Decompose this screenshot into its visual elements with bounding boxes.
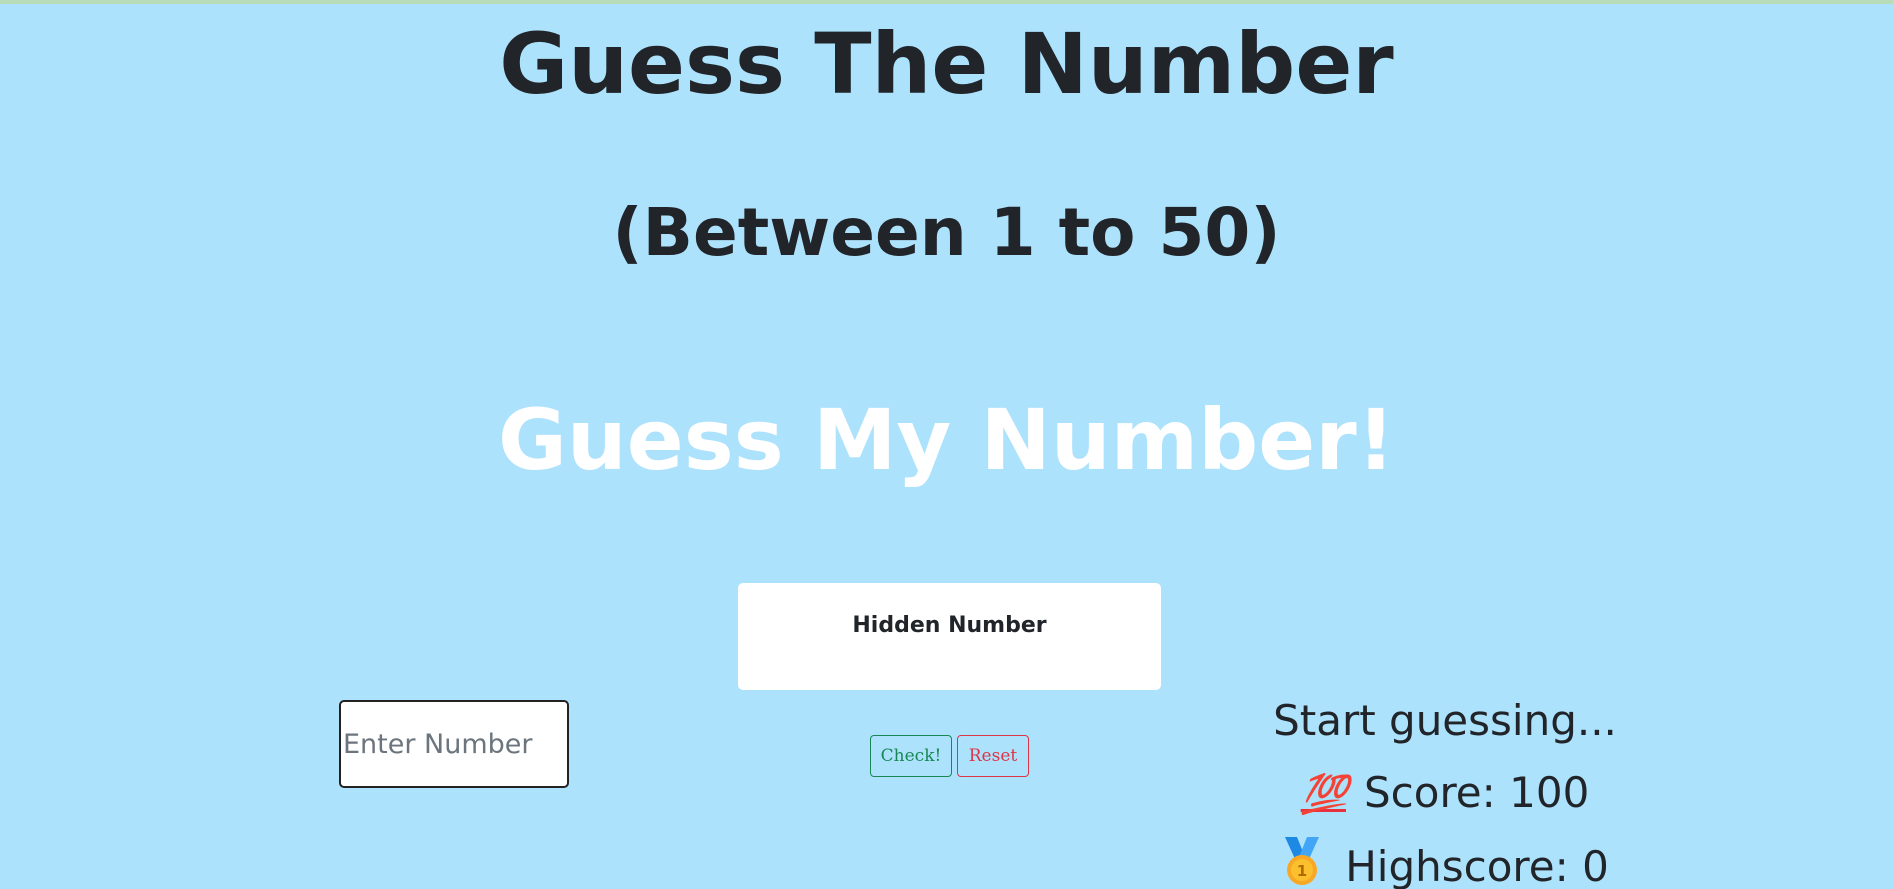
first-place-medal-icon: 1 xyxy=(1281,837,1323,887)
hundred-points-icon: 💯 xyxy=(1300,772,1348,816)
reset-button[interactable]: Reset xyxy=(957,735,1029,777)
highscore-value: Highscore: 0 xyxy=(1345,842,1609,889)
page-subtitle: (Between 1 to 50) xyxy=(612,194,1281,271)
score-value: Score: 100 xyxy=(1364,768,1590,817)
highscore-row: 1 Highscore: 0 xyxy=(1240,837,1650,889)
top-border xyxy=(0,0,1893,4)
guess-headline: Guess My Number! xyxy=(497,391,1395,489)
svg-text:1: 1 xyxy=(1297,862,1307,880)
hidden-number-label: Hidden Number xyxy=(852,613,1047,638)
score-row: 💯 Score: 100 xyxy=(1240,765,1650,822)
hidden-number-box: Hidden Number xyxy=(738,583,1161,690)
page-title: Guess The Number xyxy=(499,15,1394,113)
guess-input[interactable] xyxy=(339,700,569,788)
check-button[interactable]: Check! xyxy=(870,735,952,777)
status-message: Start guessing... xyxy=(1273,696,1617,745)
